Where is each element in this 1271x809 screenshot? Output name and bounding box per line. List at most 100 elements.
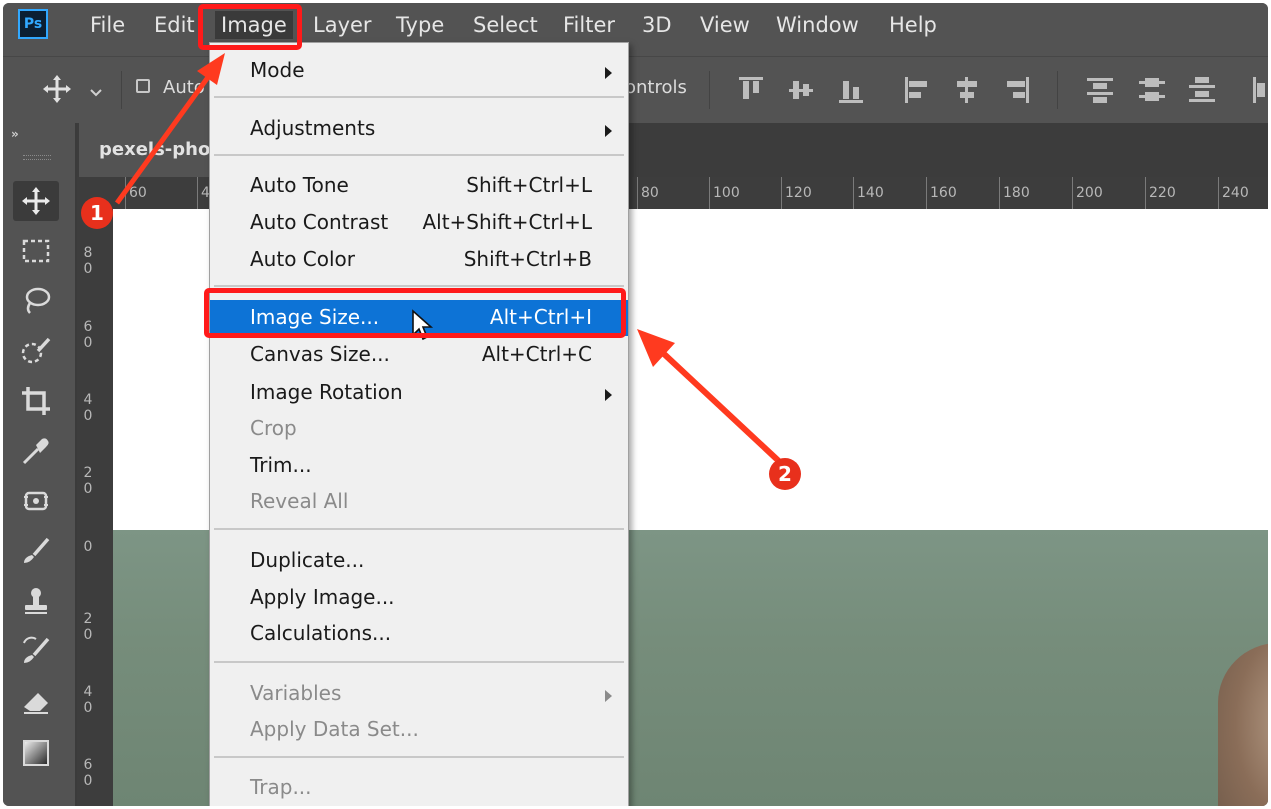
highlight-image-size [204,288,626,338]
ruler-label: 200 [1076,185,1103,201]
submenu-arrow-icon [605,67,612,79]
auto-select-checkbox[interactable] [136,79,150,93]
ruler-label: 40 [83,684,93,716]
menu-item-apply-data-set[interactable]: Apply Data Set... [210,712,628,748]
ruler-tick [125,177,126,209]
align-right-icon[interactable] [1003,75,1031,109]
align-horizontal-center-icon[interactable] [953,75,981,109]
options-separator [121,71,122,109]
menu-item-variables[interactable]: Variables [210,676,628,712]
menu-item-crop[interactable]: Crop [210,411,628,447]
auto-select-label: Auto [163,77,205,98]
menu-item-auto-color[interactable]: Auto Color Shift+Ctrl+B [210,242,628,278]
lasso-icon[interactable] [13,281,59,321]
ruler-label: 60 [83,319,93,351]
stamp-icon[interactable] [13,581,59,621]
menu-item-auto-contrast[interactable]: Auto Contrast Alt+Shift+Ctrl+L [210,205,628,241]
vertical-ruler: 80 60 40 20 0 20 40 60 [77,209,114,806]
panel-collapse-icon[interactable]: » [11,127,19,141]
ruler-tick [637,177,638,209]
submenu-arrow-icon [605,389,612,401]
menu-bar: Ps File Edit Image Layer Type Select Fil… [3,3,1268,47]
ruler-label: 80 [83,245,93,277]
photoshop-window: Ps File Edit Image Layer Type Select Fil… [3,3,1268,806]
ruler-tick [1072,177,1073,209]
crop-icon[interactable] [13,381,59,421]
document-tab[interactable]: pexels-pho [79,123,214,177]
transform-controls-label: ontrols [625,77,687,98]
menu-3d[interactable]: 3D [642,11,672,39]
distribute-bottom-icon[interactable] [1187,75,1217,109]
history-brush-icon[interactable] [13,631,59,671]
menu-item-trap[interactable]: Trap... [210,770,628,806]
eyedropper-icon[interactable] [13,431,59,471]
move-icon[interactable] [13,181,59,221]
menu-item-auto-tone[interactable]: Auto Tone Shift+Ctrl+L [210,168,628,204]
move-tool-icon[interactable] [41,73,73,109]
submenu-arrow-icon [605,690,612,702]
eraser-icon[interactable] [13,681,59,721]
menu-item-adjustments[interactable]: Adjustments [210,111,628,147]
step-2-badge: 2 [769,458,801,490]
menu-filter[interactable]: Filter [563,11,615,39]
panel-grip [23,155,51,160]
ruler-label: 80 [641,185,659,201]
distribute-left-icon[interactable] [1251,75,1265,109]
menu-item-duplicate[interactable]: Duplicate... [210,543,628,579]
ruler-label: 180 [1003,185,1030,201]
ruler-label: 240 [1222,185,1249,201]
menu-item-reveal-all[interactable]: Reveal All [210,484,628,520]
menu-select[interactable]: Select [473,11,538,39]
ruler-label: 60 [129,185,147,201]
menu-separator [214,528,624,530]
menu-separator [214,154,624,156]
ruler-label: 160 [930,185,957,201]
marquee-icon[interactable] [13,231,59,271]
menu-separator [214,285,624,287]
menu-item-trim[interactable]: Trim... [210,448,628,484]
menu-view[interactable]: View [700,11,750,39]
ruler-label: 100 [713,185,740,201]
align-left-icon[interactable] [903,75,931,109]
menu-type[interactable]: Type [396,11,444,39]
ruler-label: 20 [83,465,93,497]
healing-icon[interactable] [13,481,59,521]
align-vertical-center-icon[interactable] [787,75,815,109]
menu-item-apply-image[interactable]: Apply Image... [210,580,628,616]
ruler-tick [926,177,927,209]
ruler-tick [1145,177,1146,209]
menu-separator [214,661,624,663]
ruler-tick [197,177,198,209]
quick-select-icon[interactable] [13,331,59,371]
ruler-tick [1218,177,1219,209]
options-separator [1057,71,1058,109]
align-bottom-icon[interactable] [837,75,865,109]
brush-icon[interactable] [13,531,59,571]
chevron-down-icon[interactable] [89,83,103,102]
menu-separator [214,756,624,758]
menu-layer[interactable]: Layer [313,11,372,39]
ruler-label: 120 [785,185,812,201]
ruler-tick [853,177,854,209]
menu-window[interactable]: Window [776,11,859,39]
menu-item-mode[interactable]: Mode [210,53,628,89]
highlight-image-menu [198,4,302,50]
align-top-icon[interactable] [737,75,765,109]
photoshop-logo: Ps [18,9,48,39]
ruler-tick [999,177,1000,209]
menu-file[interactable]: File [90,11,125,39]
distribute-top-icon[interactable] [1085,75,1115,109]
tools-panel: » [3,123,77,806]
menu-help[interactable]: Help [889,11,937,39]
gradient-icon[interactable] [13,733,59,773]
menu-edit[interactable]: Edit [154,11,195,39]
image-menu-dropdown: Mode Adjustments Auto Tone Shift+Ctrl+L A… [209,42,629,806]
ruler-tick [709,177,710,209]
menu-separator [214,96,624,98]
menu-item-calculations[interactable]: Calculations... [210,616,628,652]
ruler-label: 140 [857,185,884,201]
distribute-vertical-center-icon[interactable] [1137,75,1167,109]
menu-item-image-rotation[interactable]: Image Rotation [210,375,628,411]
options-separator [709,71,710,109]
step-1-badge: 1 [81,197,113,229]
